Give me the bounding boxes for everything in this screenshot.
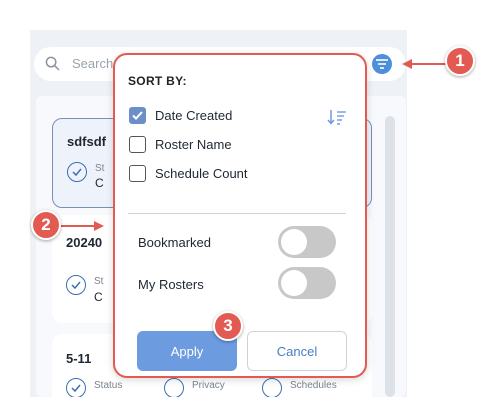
callout-arrows bbox=[56, 59, 446, 231]
callout-badge-2: 2 bbox=[31, 210, 61, 240]
callout-badge-1: 1 bbox=[445, 46, 475, 76]
callout-badge-3: 3 bbox=[213, 311, 243, 341]
